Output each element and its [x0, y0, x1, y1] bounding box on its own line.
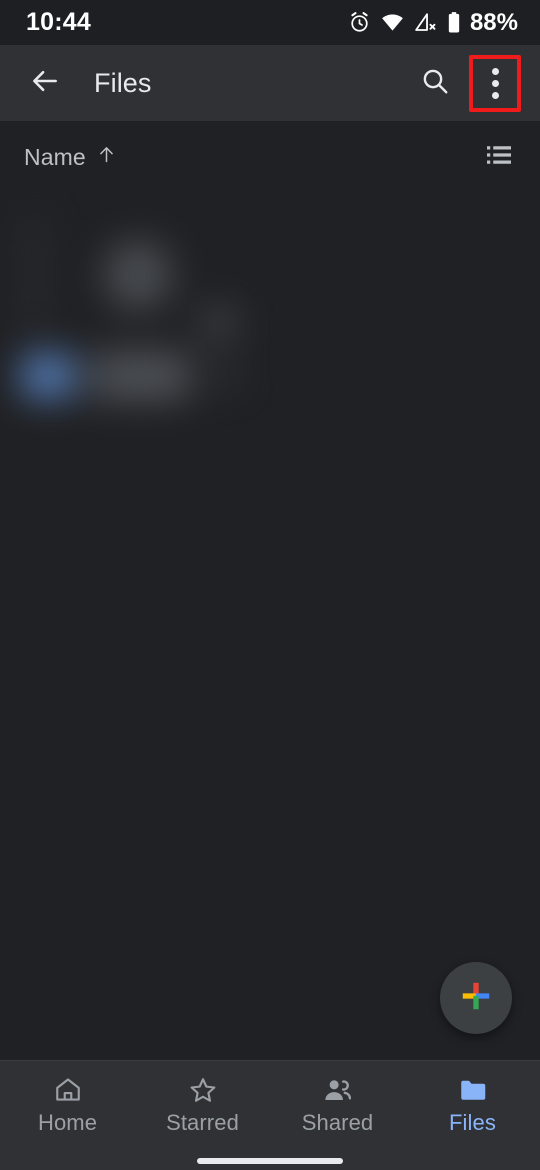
sort-by-label: Name — [24, 143, 86, 170]
wifi-icon — [380, 11, 405, 34]
blurred-shape — [24, 215, 44, 335]
page-title: Files — [94, 67, 152, 98]
blurred-shape — [202, 308, 236, 338]
home-gesture-pill[interactable] — [197, 1158, 343, 1164]
nav-label-shared: Shared — [301, 1110, 374, 1135]
sort-by-button[interactable]: Name — [24, 144, 117, 171]
alarm-icon — [348, 11, 371, 34]
star-icon — [188, 1073, 218, 1107]
folder-icon — [458, 1073, 488, 1107]
search-button[interactable] — [409, 57, 461, 109]
arrow-up-icon — [96, 144, 117, 170]
google-plus-icon — [459, 979, 493, 1018]
back-button[interactable] — [22, 60, 68, 106]
back-arrow-icon — [29, 65, 61, 102]
app-bar: Files — [0, 45, 540, 121]
sort-and-view-row: Name — [0, 121, 540, 193]
list-view-icon — [484, 140, 514, 175]
blurred-content-overlay — [0, 193, 300, 443]
create-new-fab[interactable] — [440, 962, 512, 1034]
battery-icon — [446, 11, 462, 34]
phone-screen: 10:44 88% Files Name Home Starred Shared… — [0, 0, 540, 1170]
status-bar-icons: 88% — [348, 8, 518, 36]
nav-label-home: Home — [37, 1110, 98, 1135]
blurred-shape — [104, 241, 172, 309]
battery-percent-label: 88% — [469, 8, 518, 36]
view-toggle-button[interactable] — [484, 140, 514, 175]
file-list-area[interactable] — [0, 193, 540, 1060]
people-icon — [322, 1073, 353, 1107]
nav-label-starred: Starred — [166, 1110, 239, 1135]
blurred-shape — [90, 353, 190, 399]
gesture-navigation-bar — [0, 1152, 540, 1170]
status-bar: 10:44 88% — [0, 0, 540, 45]
blurred-folder-icon — [22, 355, 74, 397]
blurred-shape — [214, 361, 236, 387]
overflow-menu-button[interactable] — [469, 54, 521, 112]
bottom-navigation-bar: Home Starred Shared Files — [0, 1060, 540, 1152]
nav-item-starred[interactable]: Starred — [135, 1073, 270, 1135]
nav-item-home[interactable]: Home — [0, 1073, 135, 1135]
search-icon — [420, 66, 450, 101]
nav-label-files: Files — [449, 1110, 496, 1135]
status-bar-clock: 10:44 — [26, 8, 91, 36]
home-icon — [53, 1073, 83, 1107]
mobile-signal-off-icon — [414, 11, 437, 34]
more-vert-icon — [491, 67, 499, 99]
nav-item-shared[interactable]: Shared — [270, 1073, 405, 1135]
nav-item-files[interactable]: Files — [405, 1073, 540, 1135]
